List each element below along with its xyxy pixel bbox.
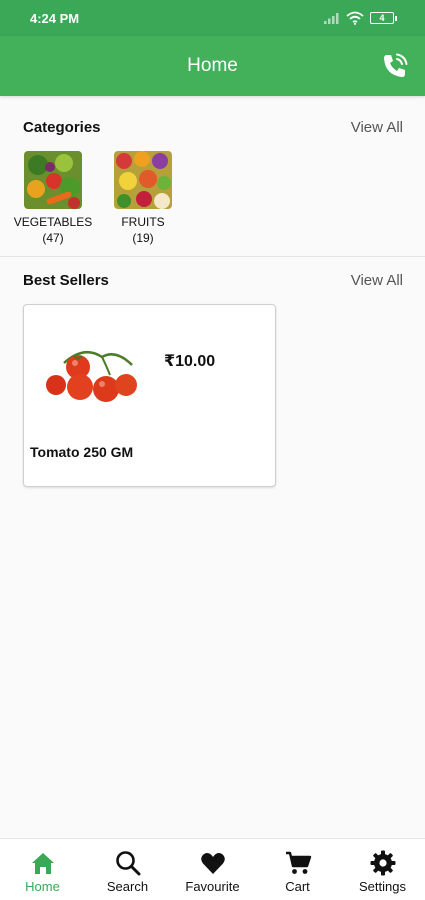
page-title: Home	[187, 55, 238, 76]
product-card[interactable]: ₹10.00 Tomato 250 GM	[23, 304, 276, 487]
nav-search[interactable]: Search	[85, 839, 170, 894]
nav-favourite[interactable]: Favourite	[170, 839, 255, 894]
nav-label: Cart	[285, 879, 310, 894]
battery-level: 4	[370, 12, 394, 24]
category-count: (19)	[132, 231, 154, 245]
status-time: 4:24 PM	[30, 10, 80, 26]
vegetables-image	[24, 151, 82, 209]
phone-call-icon[interactable]	[379, 50, 411, 82]
nav-cart[interactable]: Cart	[255, 839, 340, 894]
categories-view-all-link[interactable]: View All	[351, 119, 403, 136]
product-price: ₹10.00	[164, 353, 216, 370]
product-name: Tomato 250 GM	[30, 444, 134, 460]
section-divider	[0, 256, 425, 257]
fruits-image	[114, 151, 172, 209]
app-bar: Home	[0, 36, 425, 96]
category-vegetables[interactable]: VEGETABLES (47)	[3, 151, 103, 245]
category-name: VEGETABLES	[13, 215, 93, 229]
bottom-navigation: Home Search Favourite Cart Settings	[0, 838, 425, 900]
cart-icon	[285, 851, 311, 874]
best-sellers-title: Best Sellers	[23, 272, 109, 289]
heart-icon	[200, 853, 225, 874]
status-icons: 4	[324, 11, 397, 25]
nav-label: Home	[25, 879, 60, 894]
search-icon	[115, 851, 140, 876]
categories-title: Categories	[23, 119, 101, 136]
categories-header: Categories View All	[23, 119, 403, 136]
best-sellers-view-all-link[interactable]: View All	[351, 272, 403, 289]
wifi-icon	[346, 11, 364, 25]
nav-settings[interactable]: Settings	[340, 839, 425, 894]
home-icon	[31, 853, 54, 874]
gear-icon	[370, 850, 395, 876]
best-sellers-header: Best Sellers View All	[23, 272, 403, 289]
tomato-image	[46, 350, 137, 402]
nav-home[interactable]: Home	[0, 839, 85, 894]
nav-label: Search	[106, 879, 149, 894]
category-fruits[interactable]: FRUITS (19)	[93, 151, 193, 245]
nav-label: Favourite	[185, 879, 240, 894]
signal-icon	[324, 13, 339, 24]
nav-label: Settings	[359, 879, 406, 894]
category-name: FRUITS	[121, 215, 165, 229]
category-count: (47)	[42, 231, 64, 245]
status-bar: 4:24 PM 4	[0, 0, 425, 36]
battery-icon: 4	[370, 12, 397, 24]
